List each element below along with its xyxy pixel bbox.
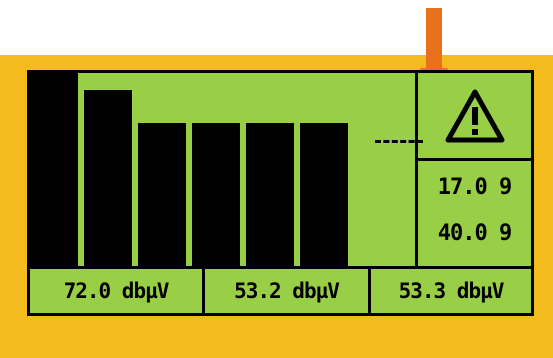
level-bar	[84, 90, 132, 266]
level-bar	[246, 123, 294, 266]
level-bar	[192, 123, 240, 266]
channel-level-3: 53.3 dbµV	[398, 279, 505, 303]
level-bar	[138, 123, 186, 266]
reading-1: 17.0 9	[437, 175, 512, 200]
level-bar-chart	[30, 73, 415, 266]
warning-triangle-icon	[418, 73, 531, 158]
channel-level-2: 53.2 dbµV	[234, 279, 340, 303]
readings-panel: 17.0 9 40.0 9	[418, 161, 531, 266]
lcd-screen: 17.0 9 40.0 9 72.0 dbµV 53.2 dbµV 53.3 d…	[27, 70, 534, 316]
level-bar	[30, 73, 78, 266]
channel-level-1: 72.0 dbµV	[63, 279, 170, 303]
reading-2: 40.0 9	[437, 221, 512, 246]
level-bar	[300, 123, 348, 266]
channel-levels: 72.0 dbµV 53.2 dbµV 53.3 dbµV	[30, 269, 531, 313]
